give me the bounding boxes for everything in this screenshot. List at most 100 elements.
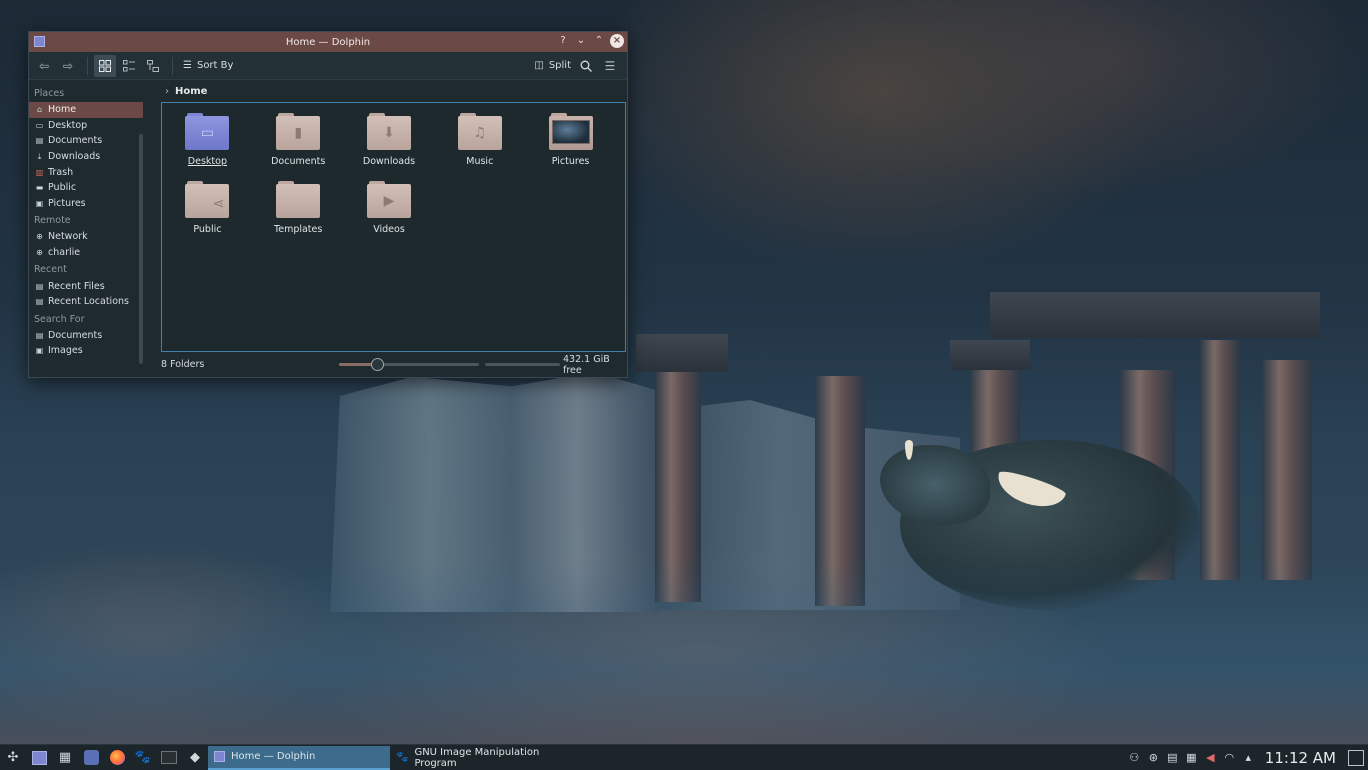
wallpaper-capital xyxy=(950,340,1030,370)
inkscape-icon: ◆ xyxy=(190,750,200,765)
folder-desktop[interactable]: ▭ Desktop xyxy=(162,111,253,171)
kde-launcher-icon: ✣ xyxy=(7,750,19,765)
folder-public[interactable]: ⋖ Public xyxy=(162,179,253,239)
folder-label: Public xyxy=(193,224,222,235)
gimp-launcher[interactable]: 🐾 xyxy=(130,745,156,770)
updates-icon[interactable]: ⊛ xyxy=(1147,751,1160,764)
arrow-right-icon: ⇨ xyxy=(62,58,74,73)
picture-icon: ▣ xyxy=(35,346,44,356)
gimp-icon: 🐾 xyxy=(134,750,152,765)
system-tray: ⚇ ⊛ ▤ ▦ ◀ ◠ ▴ 11:12 AM xyxy=(1128,745,1368,770)
firefox-launcher[interactable] xyxy=(104,745,130,770)
gimp-icon: 🐾 xyxy=(396,752,409,763)
download-icon: ⤓ xyxy=(37,151,42,161)
task-gimp[interactable]: 🐾 GNU Image Manipulation Program xyxy=(390,746,570,770)
home-icon: ⌂ xyxy=(36,105,43,115)
help-button[interactable]: ? xyxy=(556,34,570,48)
compact-view-icon xyxy=(123,59,135,71)
desktop-icon: ▭ xyxy=(35,120,44,130)
folder-pictures[interactable]: Pictures xyxy=(525,111,616,171)
sidebar-item-label: Home xyxy=(48,104,77,116)
app-launcher-button[interactable]: ✣ xyxy=(0,745,26,770)
chevron-right-icon[interactable]: › xyxy=(165,86,169,97)
folder-music[interactable]: ♫ Music xyxy=(434,111,525,171)
sidebar-item-charlie[interactable]: ⊕ charlie xyxy=(29,245,143,261)
menu-button[interactable]: ☰ xyxy=(599,55,621,77)
document-icon: ▤ xyxy=(35,330,44,340)
system-settings-launcher[interactable]: ▦ xyxy=(52,745,78,770)
task-dolphin[interactable]: Home — Dolphin xyxy=(208,745,390,770)
minimize-button[interactable]: ⌄ xyxy=(574,34,588,48)
firefox-icon xyxy=(109,750,125,765)
folder-templates[interactable]: Templates xyxy=(253,179,344,239)
search-for-header: Search For xyxy=(34,313,85,325)
file-view[interactable]: ▭ Desktop ▮ Documents ⬇ Downloads ♫ Musi… xyxy=(161,102,626,352)
wifi-icon[interactable]: ◠ xyxy=(1223,751,1236,764)
split-button[interactable]: ◫ Split xyxy=(530,55,575,77)
folder-label: Documents xyxy=(271,156,326,167)
sidebar-item-downloads[interactable]: ⤓ Downloads xyxy=(29,149,143,165)
sidebar-item-recent-locations[interactable]: ▤ Recent Locations xyxy=(29,294,143,310)
hamburger-menu-icon: ☰ xyxy=(604,58,616,73)
devices-icon[interactable]: ▦ xyxy=(1185,751,1198,764)
dolphin-app-icon[interactable] xyxy=(34,36,45,47)
notifications-icon[interactable]: ⚇ xyxy=(1128,751,1141,764)
sidebar-item-desktop[interactable]: ▭ Desktop xyxy=(29,118,143,134)
sidebar-item-pictures[interactable]: ▣ Pictures xyxy=(29,196,143,212)
show-desktop-button[interactable] xyxy=(1348,749,1364,766)
sidebar-item-documents[interactable]: ▤ Documents xyxy=(29,133,143,149)
sidebar-item-public[interactable]: ▬ Public xyxy=(29,180,143,196)
discover-launcher[interactable] xyxy=(78,745,104,770)
sort-icon: ☰ xyxy=(183,60,192,71)
network-icon: ⊕ xyxy=(36,248,43,258)
search-button[interactable] xyxy=(575,55,597,77)
sidebar-item-label: charlie xyxy=(48,247,81,259)
volume-muted-icon[interactable]: ◀ xyxy=(1204,751,1217,764)
folder-videos[interactable]: ▶ Videos xyxy=(344,179,435,239)
trash-icon: ▥ xyxy=(35,167,44,177)
sidebar-item-recent-files[interactable]: ▤ Recent Files xyxy=(29,278,143,294)
folder-label: Templates xyxy=(274,224,323,235)
clipboard-icon[interactable]: ▤ xyxy=(1166,751,1179,764)
dolphin-launcher[interactable] xyxy=(26,745,52,770)
details-view-button[interactable] xyxy=(142,55,164,77)
videos-folder-icon: ▶ xyxy=(366,181,411,219)
sidebar-item-search-documents[interactable]: ▤ Documents xyxy=(29,328,143,344)
sort-by-label: Sort By xyxy=(196,60,234,71)
desktop-folder-icon: ▭ xyxy=(185,113,230,151)
sidebar-item-label: Recent Files xyxy=(48,280,105,292)
document-icon: ▤ xyxy=(35,281,44,291)
sidebar-item-label: Recent Locations xyxy=(48,296,129,308)
sidebar-item-label: Pictures xyxy=(48,197,86,209)
tray-expand-icon[interactable]: ▴ xyxy=(1242,751,1255,764)
icons-view-button[interactable] xyxy=(94,54,116,77)
close-button[interactable]: × xyxy=(610,34,624,48)
terminal-launcher[interactable] xyxy=(156,745,182,770)
sidebar-item-search-images[interactable]: ▣ Images xyxy=(29,343,143,359)
clock[interactable]: 11:12 AM xyxy=(1265,749,1336,767)
maximize-button[interactable]: ⌃ xyxy=(592,34,606,48)
breadcrumb[interactable]: › Home xyxy=(161,80,627,102)
folder-icon: ▬ xyxy=(35,183,44,193)
sidebar-item-trash[interactable]: ▥ Trash xyxy=(29,164,143,180)
back-button[interactable]: ⇦ xyxy=(33,55,55,77)
folder-documents[interactable]: ▮ Documents xyxy=(253,111,344,171)
compact-view-button[interactable] xyxy=(118,55,140,77)
inkscape-launcher[interactable]: ◆ xyxy=(182,745,208,770)
toolbar: ⇦ ⇨ ☰ Sort By ◫ Split ☰ xyxy=(29,52,627,80)
wallpaper-capital xyxy=(636,334,728,372)
sidebar-scrollbar[interactable] xyxy=(139,134,143,364)
folder-downloads[interactable]: ⬇ Downloads xyxy=(344,111,435,171)
sort-by-button[interactable]: ☰ Sort By xyxy=(179,55,237,77)
sidebar-item-home[interactable]: ⌂ Home xyxy=(29,102,143,118)
zoom-slider-handle[interactable] xyxy=(370,358,384,371)
sidebar-item-network[interactable]: ⊕ Network xyxy=(29,229,143,245)
window-titlebar[interactable]: Home — Dolphin ? ⌄ ⌃ × xyxy=(29,32,627,52)
toolbar-separator xyxy=(172,56,173,75)
zoom-slider[interactable] xyxy=(339,358,479,371)
pictures-folder-icon xyxy=(548,113,593,151)
breadcrumb-home[interactable]: Home xyxy=(175,86,207,97)
forward-button[interactable]: ⇨ xyxy=(57,55,79,77)
folder-label: Music xyxy=(466,156,494,167)
templates-folder-icon xyxy=(276,181,321,219)
